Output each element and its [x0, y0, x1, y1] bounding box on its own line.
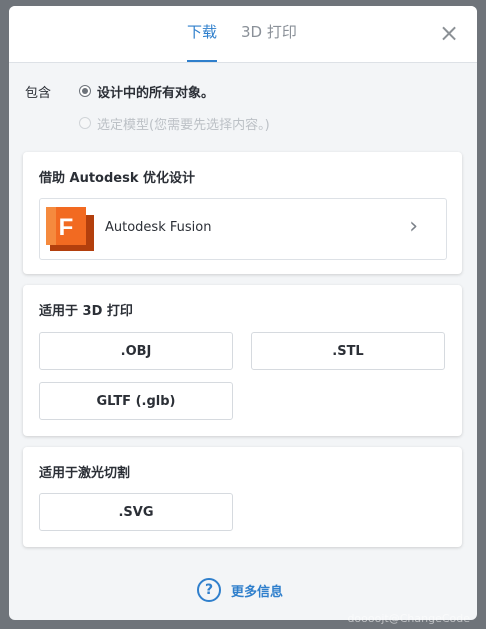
autodesk-fusion-logo-icon: F — [46, 207, 94, 251]
laser-card-title: 适用于激光切割 — [39, 466, 131, 481]
gltf-button[interactable]: GLTF (.glb) — [39, 382, 233, 420]
fusion-logo-letter: F — [59, 214, 74, 241]
more-info-label: 更多信息 — [231, 584, 284, 600]
laser-card: 适用于激光切割 .SVG — [23, 447, 462, 547]
download-dialog: 下载 3D 打印 × 包含 设计中的所有对象。 选定模型(您需要先选择内容。) … — [9, 6, 477, 620]
stl-button[interactable]: .STL — [251, 332, 445, 370]
dialog-header: 下载 3D 打印 × — [9, 6, 477, 63]
print-card-title: 适用于 3D 打印 — [39, 304, 133, 319]
more-info-link[interactable]: ? 更多信息 — [197, 578, 283, 602]
watermark: doooojt@ChangeCode — [347, 612, 470, 625]
radio-checked-icon[interactable] — [79, 85, 91, 97]
fusion-card-title: 借助 Autodesk 优化设计 — [39, 171, 196, 186]
print-card: 适用于 3D 打印 .OBJ .STL GLTF (.glb) — [23, 285, 462, 436]
tab-download[interactable]: 下载 — [187, 22, 218, 62]
help-icon: ? — [197, 578, 221, 602]
fusion-app-name: Autodesk Fusion — [105, 220, 212, 235]
obj-button[interactable]: .OBJ — [39, 332, 233, 370]
radio-all-objects-label: 设计中的所有对象。 — [97, 85, 215, 101]
radio-selected-model-label: 选定模型(您需要先选择内容。) — [97, 117, 270, 133]
svg-button[interactable]: .SVG — [39, 493, 233, 531]
radio-all-objects[interactable]: 设计中的所有对象。 — [79, 82, 215, 101]
fusion-card: 借助 Autodesk 优化设计 F Autodesk Fusion › — [23, 152, 462, 274]
radio-unchecked-icon — [79, 117, 91, 129]
include-label: 包含 — [25, 86, 52, 101]
chevron-right-icon: › — [409, 214, 418, 239]
close-icon[interactable]: × — [439, 21, 459, 45]
autodesk-fusion-option[interactable]: F Autodesk Fusion › — [39, 198, 447, 260]
radio-selected-model: 选定模型(您需要先选择内容。) — [79, 114, 270, 133]
tab-3d-print[interactable]: 3D 打印 — [241, 22, 297, 42]
